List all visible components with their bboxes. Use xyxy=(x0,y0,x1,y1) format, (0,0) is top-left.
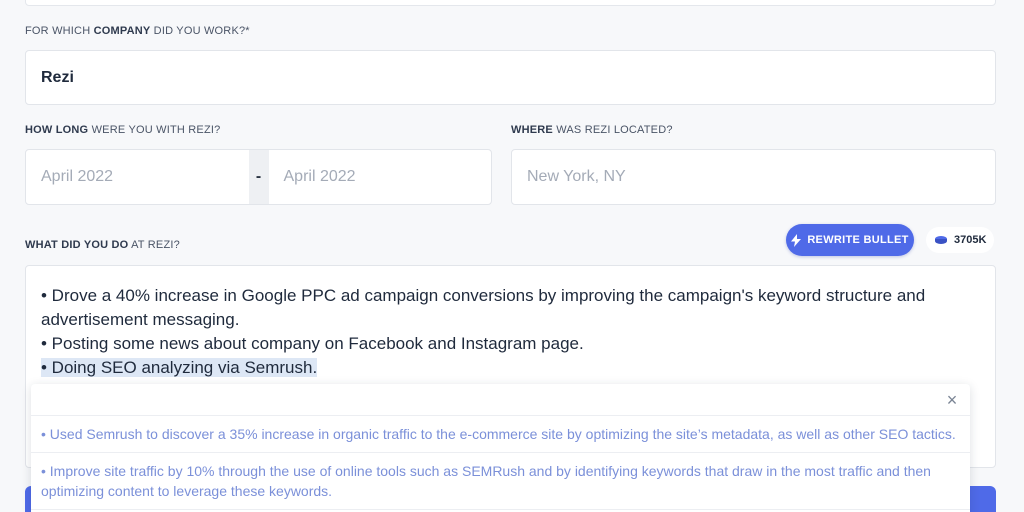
suggestion-item[interactable]: • Used Semrush to discover a 35% increas… xyxy=(31,416,970,453)
token-balance: 3705K xyxy=(926,227,995,253)
end-date-input[interactable]: April 2022 xyxy=(269,150,492,204)
description-label: WHAT DID YOU DO AT REZI? xyxy=(25,239,180,251)
bullet-line: • Posting some news about company on Fac… xyxy=(41,334,584,353)
duration-label: HOW LONG WERE YOU WITH REZI? xyxy=(25,124,221,136)
location-label: WHERE WAS REZI LOCATED? xyxy=(511,124,673,136)
lightning-icon xyxy=(791,233,802,247)
suggestion-item[interactable]: • Improve site traffic by 10% through th… xyxy=(31,453,970,510)
date-separator: - xyxy=(248,150,269,204)
company-input[interactable]: Rezi xyxy=(25,50,996,105)
date-range: April 2022 - April 2022 xyxy=(25,149,492,205)
suggestions-header: × xyxy=(31,384,970,416)
company-label: FOR WHICH COMPANY DID YOU WORK?* xyxy=(25,25,250,37)
bullet-line-selected: • Doing SEO analyzing via Semrush. xyxy=(41,358,318,377)
start-date-input[interactable]: April 2022 xyxy=(26,150,249,204)
close-icon[interactable]: × xyxy=(942,388,962,412)
suggestions-popup: × • Used Semrush to discover a 35% incre… xyxy=(31,384,970,512)
previous-field xyxy=(25,0,996,6)
location-input[interactable]: New York, NY xyxy=(511,149,996,205)
bullet-line: • Drove a 40% increase in Google PPC ad … xyxy=(41,286,926,329)
coin-icon xyxy=(935,236,947,244)
rewrite-bullet-button[interactable]: REWRITE BULLET xyxy=(786,224,914,256)
